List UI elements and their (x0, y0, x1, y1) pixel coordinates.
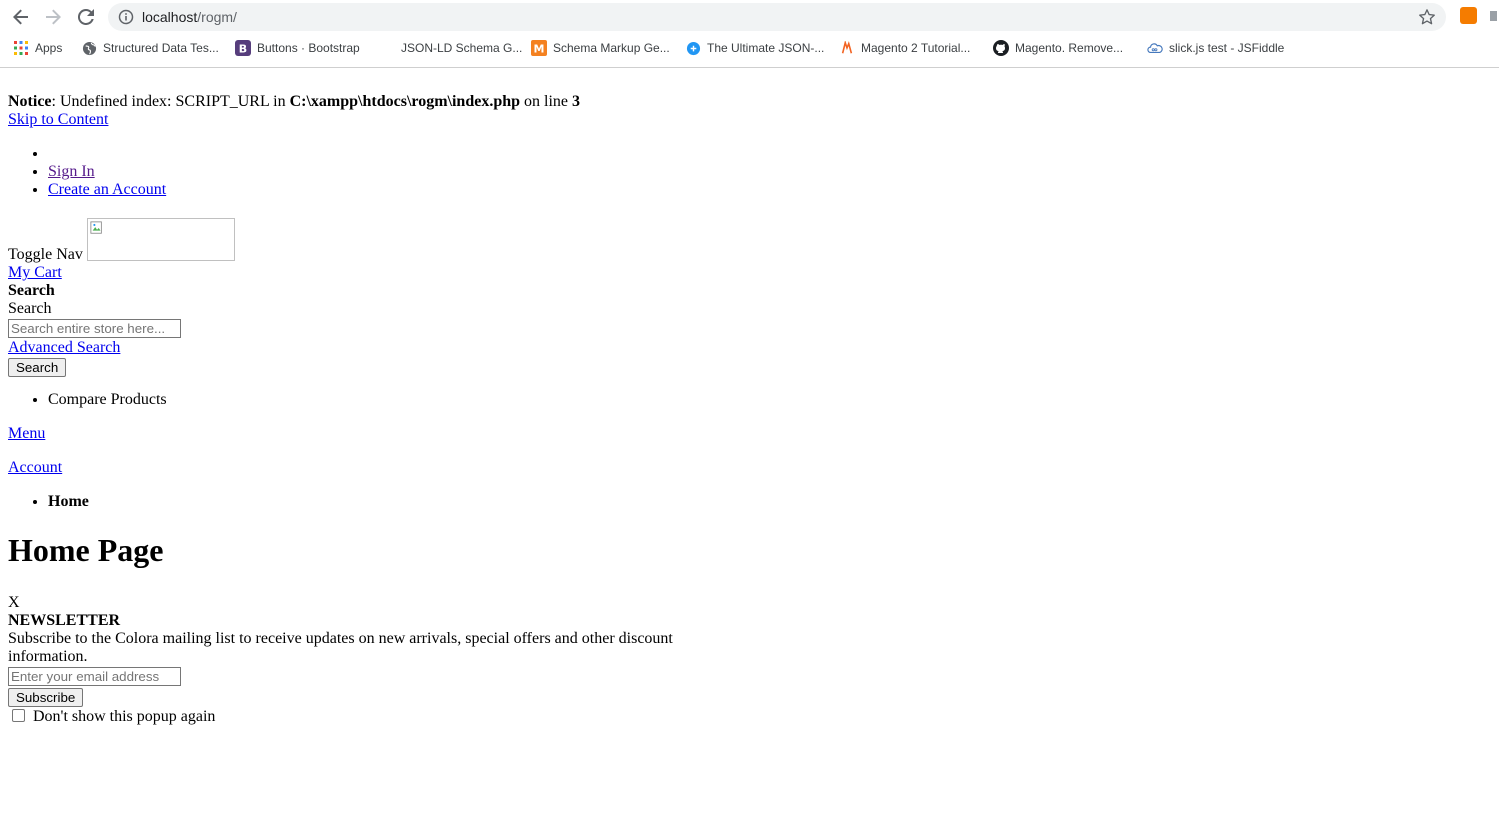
info-icon[interactable] (118, 9, 134, 30)
address-bar[interactable]: localhost/rogm/ (108, 3, 1446, 31)
blue-circle-icon (685, 40, 701, 56)
compare-products-item: Compare Products (48, 391, 1491, 409)
account-row: Account (8, 459, 1491, 477)
bookmark-label: Schema Markup Ge... (553, 41, 670, 55)
reload-icon (78, 9, 94, 25)
forward-arrow-icon (46, 9, 61, 25)
header-link-item: Create an Account (48, 181, 1491, 199)
advanced-search-link[interactable]: Advanced Search (8, 339, 120, 356)
notice-line-number: 3 (572, 93, 581, 110)
create-account-link[interactable]: Create an Account (48, 181, 166, 198)
dont-show-row: Don't show this popup again (8, 707, 1491, 727)
subscribe-button[interactable]: Subscribe (8, 688, 84, 707)
search-button[interactable]: Search (8, 358, 67, 377)
bookmark-label: JSON-LD Schema G... (401, 41, 523, 55)
page-title: Home Page (8, 532, 164, 568)
dont-show-checkbox[interactable] (12, 709, 25, 722)
my-cart-link[interactable]: My Cart (8, 264, 62, 281)
search-label: Search (8, 300, 52, 317)
breadcrumbs: Home (8, 493, 1491, 511)
bookmark-star-icon[interactable] (1418, 8, 1436, 31)
newsletter-email-input[interactable] (8, 667, 181, 686)
magento-icon (839, 40, 855, 56)
search-title-row: Search (8, 282, 1491, 300)
popup-close[interactable]: X (8, 594, 1491, 612)
newsletter-title: NEWSLETTER (8, 612, 121, 629)
advanced-search-row: Advanced Search (8, 339, 1491, 357)
bookmark-jsonld[interactable]: JSON-LD Schema G... (379, 39, 522, 57)
bookmark-label: Magento 2 Tutorial... (861, 41, 971, 55)
back-button[interactable] (9, 5, 33, 29)
bookmark-jsfiddle[interactable]: slick.js test - JSFiddle (1147, 39, 1284, 57)
bootstrap-icon: B (235, 40, 251, 56)
notice-label: Notice (8, 93, 52, 110)
globe-icon (81, 40, 97, 56)
bookmark-bootstrap[interactable]: B Buttons · Bootstrap (235, 39, 360, 57)
bookmark-label: Structured Data Tes... (103, 41, 219, 55)
url-host: localhost (142, 9, 198, 25)
bookmark-magento-remove[interactable]: Magento. Remove... (993, 39, 1123, 57)
apps-grid-icon (13, 40, 29, 56)
blank-icon (379, 40, 395, 56)
extension-puzzle-icon[interactable] (1488, 9, 1499, 23)
search-title: Search (8, 282, 55, 299)
reload-button[interactable] (74, 5, 98, 29)
bookmark-structured-data[interactable]: Structured Data Tes... (81, 39, 219, 57)
page-content: Notice: Undefined index: SCRIPT_URL in C… (8, 68, 1491, 727)
bookmark-label: Apps (35, 41, 63, 55)
newsletter-description: Subscribe to the Colora mailing list to … (8, 630, 673, 665)
browser-chrome: localhost/rogm/ Apps Structured Data Tes… (0, 0, 1499, 68)
address-bar-url: localhost/rogm/ (142, 9, 237, 25)
menu-row: Menu (8, 425, 1491, 443)
skip-to-content-link[interactable]: Skip to Content (8, 111, 108, 128)
search-button-row: Search (8, 357, 1491, 377)
subscribe-row: Subscribe (8, 687, 1491, 707)
m-logo-icon: M (531, 40, 547, 56)
back-arrow-icon (13, 9, 28, 25)
cart-row: My Cart (8, 264, 1491, 282)
account-link[interactable]: Account (8, 459, 62, 476)
extension-icon[interactable] (1460, 7, 1477, 24)
breadcrumb-home: Home (48, 493, 1491, 511)
browser-toolbar: localhost/rogm/ (0, 0, 1499, 34)
compare-list: Compare Products (8, 391, 1491, 409)
sign-in-link[interactable]: Sign In (48, 163, 95, 180)
php-notice: Notice: Undefined index: SCRIPT_URL in C… (8, 93, 1491, 111)
bookmarks-bar: Apps Structured Data Tes... B Buttons · … (0, 36, 1499, 60)
toggle-nav[interactable]: Toggle Nav (8, 246, 83, 264)
bookmark-label: The Ultimate JSON-... (707, 41, 825, 55)
newsletter-title-row: NEWSLETTER (8, 612, 1491, 630)
menu-link[interactable]: Menu (8, 425, 45, 442)
header-links: Sign In Create an Account (8, 145, 1491, 199)
dont-show-label: Don't show this popup again (33, 708, 216, 725)
forward-button[interactable] (41, 5, 65, 29)
bookmark-label: Magento. Remove... (1015, 41, 1124, 55)
broken-image-icon (90, 221, 102, 234)
bookmark-magento-tutorial[interactable]: Magento 2 Tutorial... (839, 39, 970, 57)
svg-text:B: B (239, 43, 247, 56)
logo-image[interactable] (87, 218, 235, 261)
skip-row: Skip to Content (8, 111, 1491, 129)
notice-text: : Undefined index: SCRIPT_URL in (51, 93, 290, 110)
notice-text-line: on line (520, 93, 573, 110)
header-link-item: Sign In (48, 163, 1491, 181)
notice-path: C:\xampp\htdocs\rogm\index.php (289, 93, 521, 110)
header-links-empty-item (48, 145, 1491, 163)
url-path: /rogm/ (197, 9, 237, 25)
svg-text:M: M (534, 43, 545, 56)
bookmark-schema-markup[interactable]: M Schema Markup Ge... (531, 39, 670, 57)
bookmark-label: slick.js test - JSFiddle (1169, 41, 1285, 55)
jsfiddle-cloud-icon (1147, 40, 1163, 56)
logo-row: Toggle Nav (8, 215, 1491, 264)
bookmark-ultimate-json[interactable]: The Ultimate JSON-... (685, 39, 824, 57)
github-icon (993, 40, 1009, 56)
breadcrumb-home-label: Home (48, 493, 89, 510)
search-input[interactable] (8, 319, 181, 338)
bookmark-apps[interactable]: Apps (13, 39, 62, 57)
bookmark-label: Buttons · Bootstrap (257, 41, 360, 55)
